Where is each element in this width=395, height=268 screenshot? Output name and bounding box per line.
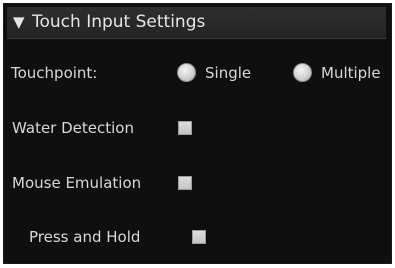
section-header[interactable]: ▼ Touch Input Settings [7,7,386,39]
water-detection-label: Water Detection [12,119,134,137]
press-and-hold-checkbox[interactable] [192,230,206,244]
press-and-hold-label: Press and Hold [29,228,141,246]
touchpoint-label: Touchpoint: [11,64,98,82]
touch-input-settings-panel: ▼ Touch Input Settings Touchpoint: Singl… [3,3,392,264]
touchpoint-single-label[interactable]: Single [205,63,251,83]
collapse-arrow-icon[interactable]: ▼ [13,11,25,33]
touchpoint-multiple-radio[interactable] [293,63,312,82]
mouse-emulation-checkbox[interactable] [178,176,192,190]
touchpoint-multiple-label[interactable]: Multiple [321,63,381,83]
touchpoint-single-radio[interactable] [177,63,196,82]
section-title: Touch Input Settings [32,12,206,32]
mouse-emulation-label: Mouse Emulation [12,174,142,192]
water-detection-checkbox[interactable] [178,121,192,135]
